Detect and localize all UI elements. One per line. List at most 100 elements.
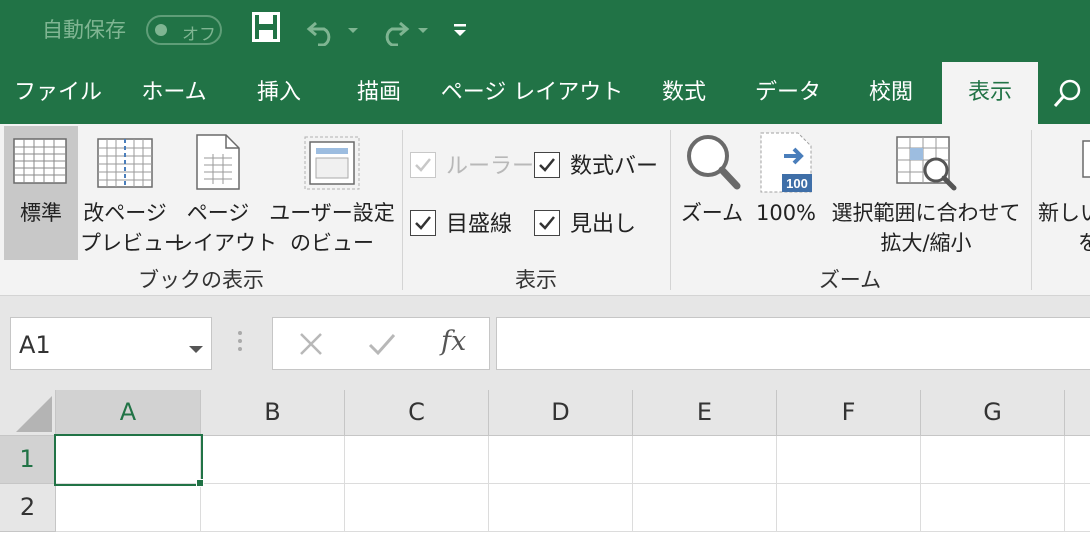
save-icon[interactable]	[252, 12, 280, 42]
headings-label: 見出し	[570, 212, 637, 237]
cancel-icon[interactable]	[297, 330, 325, 362]
cell-a2[interactable]	[56, 484, 201, 532]
zoom-100-icon: 100	[760, 132, 814, 198]
cell-c2[interactable]	[345, 484, 489, 532]
custom-views-label-2: のビュー	[290, 231, 374, 255]
chevron-down-icon[interactable]	[188, 340, 204, 359]
page-layout-view-icon	[196, 134, 240, 194]
new-window-label-2: を	[1078, 231, 1090, 255]
custom-views-button[interactable]: ユーザー設定 のビュー	[266, 126, 398, 260]
new-window-button[interactable]: 新しい を	[1034, 126, 1090, 260]
normal-view-button[interactable]: 標準	[4, 126, 78, 260]
cell-g2[interactable]	[921, 484, 1065, 532]
column-header-f[interactable]: F	[777, 390, 921, 436]
group-separator	[1031, 130, 1032, 290]
page-break-preview-icon	[97, 138, 153, 192]
cell-h1[interactable]	[1065, 436, 1090, 484]
undo-icon[interactable]	[306, 16, 340, 46]
group-separator	[670, 130, 671, 290]
zoom-100-button[interactable]: 100 100%	[750, 126, 822, 260]
formula-bar-check-icon	[534, 152, 560, 178]
column-header-b[interactable]: B	[201, 390, 345, 436]
zoom-to-selection-icon	[896, 136, 958, 196]
insert-function-button[interactable]: fx	[441, 326, 466, 357]
cell-e2[interactable]	[633, 484, 777, 532]
cell-f1[interactable]	[777, 436, 921, 484]
formula-input[interactable]	[496, 317, 1090, 370]
zoom-100-badge: 100	[786, 176, 808, 191]
tab-file[interactable]: ファイル	[0, 62, 116, 124]
resize-handle-icon[interactable]	[236, 330, 244, 358]
column-header-e[interactable]: E	[633, 390, 777, 436]
page-break-preview-button[interactable]: 改ページ プレビュー	[80, 126, 185, 260]
formula-bar-label: 数式バー	[570, 154, 659, 179]
tab-insert[interactable]: 挿入	[232, 62, 326, 124]
gridlines-label: 目盛線	[446, 212, 513, 237]
cell-g1[interactable]	[921, 436, 1065, 484]
cell-b2[interactable]	[201, 484, 345, 532]
autosave-toggle[interactable]: オフ	[146, 15, 222, 45]
zoom-group-label: ズーム	[818, 268, 882, 292]
title-bar: 自動保存 オフ	[0, 0, 1090, 62]
tab-formulas[interactable]: 数式	[632, 62, 736, 124]
search-icon[interactable]	[1052, 78, 1084, 114]
tab-page-layout[interactable]: ページ レイアウト	[432, 62, 632, 124]
page-break-preview-label-2: プレビュー	[80, 231, 185, 255]
headings-check-icon	[534, 210, 560, 236]
autosave-label: 自動保存	[42, 18, 126, 42]
cell-e1[interactable]	[633, 436, 777, 484]
cell-c1[interactable]	[345, 436, 489, 484]
tab-data[interactable]: データ	[736, 62, 840, 124]
column-header-c[interactable]: C	[345, 390, 489, 436]
page-layout-view-label-2: レイアウト	[172, 231, 277, 255]
ribbon-view: 標準 改ページ プレビュー ページ レイアウト ユーザー設定 のビュー ブックの…	[0, 124, 1090, 296]
new-window-icon	[1082, 140, 1090, 184]
tab-draw[interactable]: 描画	[326, 62, 432, 124]
tab-review[interactable]: 校閲	[840, 62, 942, 124]
column-header-a[interactable]: A	[56, 390, 201, 436]
customize-quick-access-icon[interactable]	[452, 22, 468, 38]
fill-handle[interactable]	[196, 479, 204, 487]
ribbon-tabs: ファイル ホーム 挿入 描画 ページ レイアウト 数式 データ 校閲 表示	[0, 62, 1090, 124]
zoom-to-selection-label-2: 拡大/縮小	[880, 231, 972, 255]
row-header-1[interactable]: 1	[0, 436, 56, 484]
zoom-100-label: 100%	[755, 201, 817, 225]
column-header-g[interactable]: G	[921, 390, 1065, 436]
zoom-button[interactable]: ズーム	[676, 126, 748, 260]
zoom-to-selection-label-1: 選択範囲に合わせて	[831, 201, 1021, 225]
gridlines-check-icon	[410, 210, 436, 236]
formula-buttons: fx	[272, 317, 490, 370]
ruler-check-icon	[410, 152, 436, 178]
column-header-d[interactable]: D	[489, 390, 633, 436]
normal-view-icon	[13, 138, 67, 188]
group-separator	[402, 130, 403, 290]
redo-dropdown-icon[interactable]	[416, 26, 430, 36]
undo-dropdown-icon[interactable]	[346, 26, 360, 36]
worksheet-grid: A B C D E F G 1 2	[0, 390, 1090, 533]
row-header-2[interactable]: 2	[0, 484, 56, 532]
toggle-knob	[155, 24, 167, 36]
cell-h2[interactable]	[1065, 484, 1090, 532]
redo-icon[interactable]	[376, 16, 410, 46]
ruler-label: ルーラー	[446, 154, 535, 179]
cell-f2[interactable]	[777, 484, 921, 532]
tab-home[interactable]: ホーム	[116, 62, 232, 124]
zoom-label: ズーム	[680, 201, 744, 225]
name-box[interactable]: A1	[10, 317, 212, 370]
tab-view[interactable]: 表示	[942, 62, 1038, 124]
page-layout-view-button[interactable]: ページ レイアウト	[172, 126, 277, 260]
normal-view-label: 標準	[20, 201, 62, 225]
cell-b1[interactable]	[201, 436, 345, 484]
cell-d1[interactable]	[489, 436, 633, 484]
zoom-to-selection-button[interactable]: 選択範囲に合わせて 拡大/縮小	[824, 126, 1028, 260]
enter-icon[interactable]	[367, 330, 397, 362]
new-window-label-1: 新しい	[1038, 201, 1090, 225]
active-cell-selection[interactable]	[54, 434, 203, 486]
cell-d2[interactable]	[489, 484, 633, 532]
select-all-button[interactable]	[0, 390, 56, 436]
column-header-h[interactable]	[1065, 390, 1090, 436]
custom-views-icon	[304, 136, 360, 194]
formula-bar-area: A1 fx	[0, 296, 1090, 390]
custom-views-label-1: ユーザー設定	[269, 201, 395, 225]
name-box-value: A1	[19, 331, 51, 359]
